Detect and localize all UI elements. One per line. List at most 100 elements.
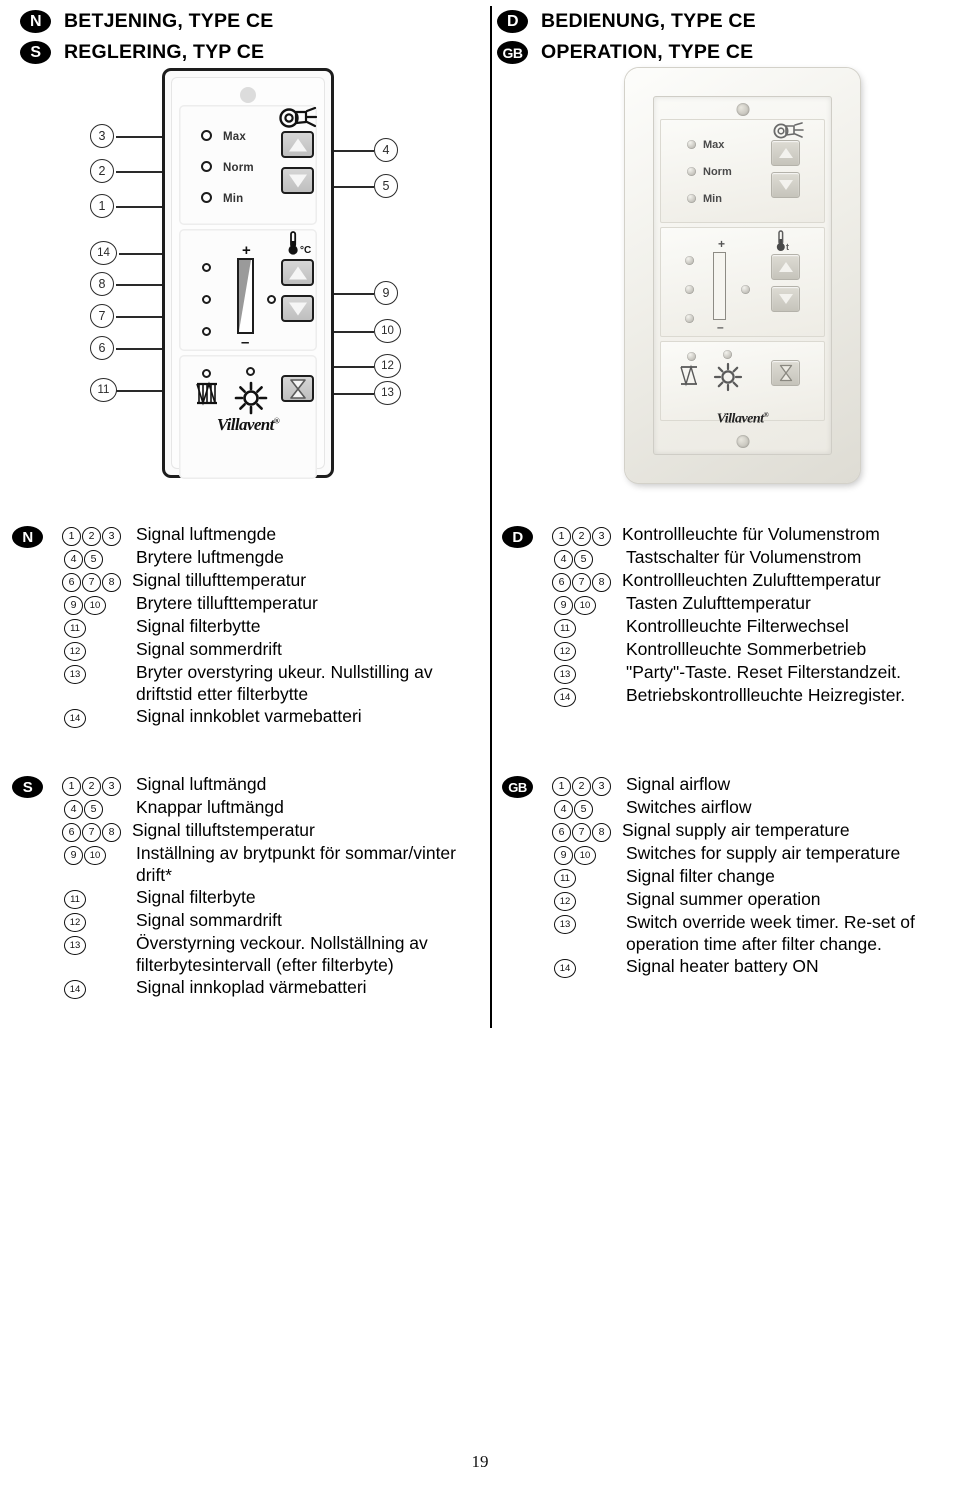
legend-number: 13	[64, 665, 86, 684]
photo-slider-minus-label: –	[717, 320, 724, 334]
legend-numbers: 13	[552, 662, 626, 684]
legend-text: Signal luftmengde	[136, 524, 277, 544]
legend-list-gb: 1 2 3 Signal airflow 4 5 Switches airflo…	[552, 774, 958, 979]
photo-temperature-up-button[interactable]	[771, 254, 800, 280]
callout-9: 9	[374, 281, 398, 305]
filter-icon	[196, 381, 217, 406]
country-badge-se: S	[20, 41, 51, 64]
callout-14: 14	[90, 241, 117, 265]
legend-number: 5	[574, 800, 593, 819]
legend-row: 9 10 Switches for supply air temperature	[552, 843, 958, 865]
legend-row: 6 7 8 Signal tillufttemperatur	[62, 570, 484, 592]
legend-number: 6	[62, 823, 81, 842]
legend-text: Kontrollleuchte Filterwechsel	[626, 616, 849, 636]
photo-led-max	[687, 140, 696, 149]
callout-3: 3	[90, 124, 114, 148]
legend-number: 1	[62, 527, 81, 546]
legend-text: Bryter overstyring ukeur. Nullstilling a…	[136, 662, 433, 704]
legend-numbers: 9 10	[552, 843, 626, 865]
legend-row: 9 10 Tasten Zulufttemperatur	[552, 593, 958, 615]
photo-chevron-down-icon	[778, 180, 793, 190]
legend-number: 10	[574, 846, 596, 865]
photo-screw-bottom-icon	[736, 435, 749, 448]
header-row-gb: GB OPERATION, TYPE CE	[497, 37, 756, 68]
legend-row: 13 Överstyrning veckour. Nollställning a…	[62, 933, 484, 976]
legend-numbers: 13	[62, 933, 136, 956]
chevron-up-icon	[288, 138, 307, 151]
temperature-down-button[interactable]	[281, 295, 314, 322]
photo-label-norm: Norm	[703, 166, 732, 178]
photo-airflow-up-button[interactable]	[771, 140, 800, 166]
legend-numbers: 9 10	[62, 843, 136, 865]
photo-temperature-down-button[interactable]	[771, 286, 800, 312]
photo-hourglass-icon	[779, 364, 792, 382]
override-timer-button[interactable]	[281, 375, 314, 402]
photo-label-max: Max	[703, 139, 725, 151]
legend-number: 11	[554, 869, 576, 888]
photo-brand-mark: ®	[763, 411, 769, 420]
legend-row: 12 Signal sommardrift	[62, 910, 484, 933]
photo-airflow-down-button[interactable]	[771, 172, 800, 198]
legend-numbers: 1 2 3	[552, 774, 626, 796]
legend-row: 9 10 Inställning av brytpunkt för sommar…	[62, 843, 484, 886]
legend-text: Switches for supply air temperature	[626, 843, 901, 863]
photo-brand-name: Villavent	[716, 412, 764, 427]
legend-number: 6	[552, 573, 571, 592]
legend-row: 11 Signal filter change	[552, 866, 958, 888]
legend-row: 13 Switch override week timer. Re-set of…	[552, 912, 958, 955]
legend-row: 12 Kontrollleuchte Sommerbetrieb	[552, 639, 958, 661]
legend-text: Signal supply air temperature	[622, 820, 850, 840]
label-min: Min	[223, 193, 244, 205]
control-panel-diagram: Max Norm Min + – °C Villavent® 3 2 1 14 …	[90, 68, 410, 483]
callout-11: 11	[90, 378, 117, 402]
legend-number: 7	[82, 573, 101, 592]
legend-number: 10	[84, 846, 106, 865]
callout-2: 2	[90, 159, 114, 183]
temperature-up-button[interactable]	[281, 259, 314, 286]
legend-text: Signal tilluftstemperatur	[132, 820, 315, 840]
photo-led-min	[687, 194, 696, 203]
photo-chevron-down-icon	[778, 294, 793, 304]
legend-row: 4 5 Switches airflow	[552, 797, 958, 819]
photo-brand-logo: Villavent®	[717, 411, 769, 428]
photo-faceplate: Max Norm Min + – t Villavent®	[653, 96, 832, 455]
legend-number: 1	[62, 777, 81, 796]
led-min	[201, 192, 212, 203]
screw-top-icon	[240, 87, 256, 103]
legend-numbers: 11	[552, 616, 626, 638]
header-row-no: N BETJENING, TYPE CE	[20, 6, 273, 37]
led-max	[201, 130, 212, 141]
legend-number: 10	[84, 596, 106, 615]
legend-number: 2	[572, 777, 591, 796]
legend-number: 14	[64, 980, 86, 1000]
chevron-down-icon	[288, 174, 307, 187]
legend-row: 1 2 3 Signal luftmengde	[62, 524, 484, 546]
legend-number: 13	[64, 936, 86, 956]
led-norm	[201, 161, 212, 172]
legend-text: Signal tillufttemperatur	[132, 570, 307, 590]
led-heater-on	[267, 295, 276, 304]
legend-number: 4	[64, 550, 83, 569]
label-max: Max	[223, 131, 246, 143]
legend-text: Kontrollleuchten Zulufttemperatur	[622, 570, 881, 590]
legend-number: 8	[592, 823, 611, 842]
legend-number: 4	[554, 800, 573, 819]
photo-temperature-section: + – t	[660, 227, 825, 337]
legend-text: Signal sommardrift	[136, 910, 282, 931]
legend-numbers: 9 10	[552, 593, 626, 615]
photo-led-norm	[687, 167, 696, 176]
callout-7: 7	[90, 304, 114, 328]
photo-label-min: Min	[703, 193, 722, 205]
legend-numbers: 14	[62, 977, 136, 1000]
legend-text: Signal filter change	[626, 866, 775, 886]
airflow-up-button[interactable]	[281, 131, 314, 158]
legend-list-se: 1 2 3 Signal luftmängd 4 5 Knappar luftm…	[62, 774, 484, 1000]
legend-number: 9	[554, 596, 573, 615]
legend-list-de: 1 2 3 Kontrollleuchte für Volumenstrom 4…	[552, 524, 958, 707]
legend-text: "Party"-Taste. Reset Filterstandzeit.	[626, 662, 902, 682]
photo-override-timer-button[interactable]	[771, 360, 800, 386]
airflow-down-button[interactable]	[281, 167, 314, 194]
legend-number: 6	[62, 573, 81, 592]
callout-4: 4	[374, 138, 398, 162]
photo-fan-icon	[773, 122, 804, 139]
